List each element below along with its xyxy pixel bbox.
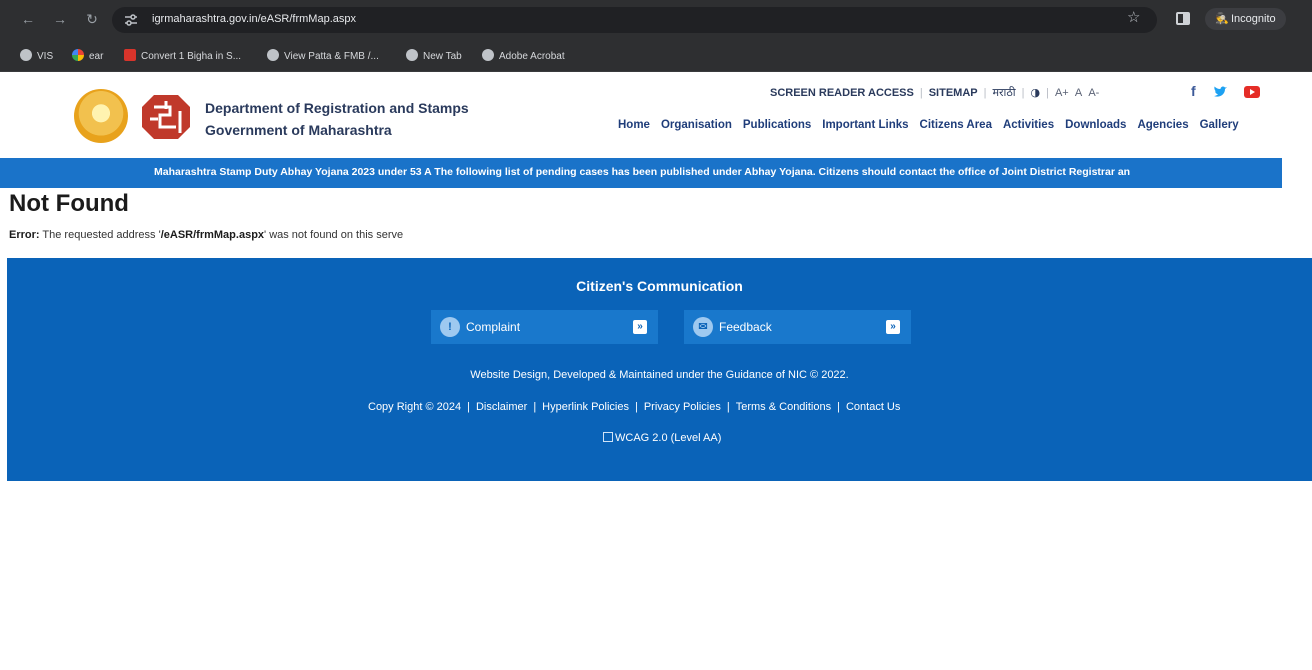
bookmark-item[interactable]: View Patta & FMB /... xyxy=(267,49,379,63)
nav-activities[interactable]: Activities xyxy=(1003,119,1054,131)
globe-icon xyxy=(20,49,32,61)
incognito-icon: 🕵 xyxy=(1215,13,1229,25)
address-url[interactable]: igrmaharashtra.gov.in/eASR/frmMap.aspx xyxy=(152,13,356,25)
font-increase-button[interactable]: A+ xyxy=(1055,87,1069,99)
nav-home[interactable]: Home xyxy=(618,119,650,131)
bookmark-label: Convert 1 Bigha in S... xyxy=(141,51,242,62)
browser-toolbar: ← → ↻ igrmaharashtra.gov.in/eASR/frmMap.… xyxy=(0,0,1312,40)
error-text-suffix: ' was not found on this serve xyxy=(264,229,404,241)
side-panel-icon[interactable] xyxy=(1176,12,1190,25)
copyright-text: Copy Right © 2024 xyxy=(368,401,462,413)
feedback-label: Feedback xyxy=(719,320,772,334)
disclaimer-link[interactable]: Disclaimer xyxy=(476,401,527,413)
utility-links: SCREEN READER ACCESS | SITEMAP | मराठी | ◑ | A+ … xyxy=(770,86,1100,99)
chat-bubble-icon: ✉ xyxy=(693,317,713,337)
footer-credit: Website Design, Developed & Maintained u… xyxy=(470,369,849,381)
footer-links: Copy Right © 2024 | Disclaimer | Hyperlink P… xyxy=(368,401,901,413)
google-icon xyxy=(72,49,84,61)
site-footer: Citizen's Communication ! Complaint » ✉ … xyxy=(7,258,1312,481)
bookmark-star-icon[interactable]: ☆ xyxy=(1127,8,1140,26)
site-info-icon[interactable] xyxy=(124,13,138,27)
error-label: Error: xyxy=(9,229,40,241)
contrast-icon[interactable]: ◑ xyxy=(1031,86,1041,99)
globe-icon xyxy=(267,49,279,61)
error-text-prefix: The requested address ' xyxy=(42,229,161,241)
department-title: Department of Registration and Stamps Go… xyxy=(205,97,469,141)
wcag-badge[interactable]: WCAG 2.0 (Level AA) xyxy=(603,432,721,444)
error-path: /eASR/frmMap.aspx xyxy=(160,229,265,241)
main-navigation: Home Organisation Publications Important Li… xyxy=(618,119,1250,131)
youtube-icon[interactable] xyxy=(1244,86,1260,98)
bookmark-item[interactable]: VIS xyxy=(20,49,53,63)
nav-publications[interactable]: Publications xyxy=(743,119,811,131)
department-logo[interactable] xyxy=(140,93,192,141)
contact-us-link[interactable]: Contact Us xyxy=(846,401,900,413)
bookmark-label: Adobe Acrobat xyxy=(499,51,565,62)
complaint-button[interactable]: ! Complaint » xyxy=(431,310,658,344)
incognito-indicator[interactable]: 🕵 Incognito xyxy=(1205,8,1286,30)
wcag-text: WCAG 2.0 (Level AA) xyxy=(615,432,722,444)
error-message: Error: The requested address '/eASR/frmM… xyxy=(9,229,403,241)
privacy-policies-link[interactable]: Privacy Policies xyxy=(644,401,721,413)
nav-downloads[interactable]: Downloads xyxy=(1065,119,1126,131)
broken-image-icon xyxy=(603,432,613,442)
bookmark-label: New Tab xyxy=(423,51,462,62)
maharashtra-emblem-logo[interactable] xyxy=(74,89,128,143)
page-title: Not Found xyxy=(9,190,129,217)
double-chevron-right-icon: » xyxy=(886,320,900,334)
bookmark-label: VIS xyxy=(37,51,54,62)
bookmark-item[interactable]: New Tab xyxy=(406,49,462,63)
reload-icon[interactable]: ↻ xyxy=(82,9,102,29)
bookmark-item[interactable]: Convert 1 Bigha in S... xyxy=(124,49,241,63)
news-marquee[interactable]: Maharashtra Stamp Duty Abhay Yojana 2023… xyxy=(0,158,1282,188)
double-chevron-right-icon: » xyxy=(633,320,647,334)
nav-gallery[interactable]: Gallery xyxy=(1200,119,1239,131)
marathi-language-link[interactable]: मराठी xyxy=(992,86,1015,99)
department-name: Department of Registration and Stamps xyxy=(205,100,469,116)
screen-reader-link[interactable]: SCREEN READER ACCESS xyxy=(770,87,914,99)
feedback-button[interactable]: ✉ Feedback » xyxy=(684,310,911,344)
footer-title: Citizen's Communication xyxy=(576,278,743,294)
sitemap-link[interactable]: SITEMAP xyxy=(929,87,978,99)
globe-icon xyxy=(406,49,418,61)
bookmark-label: View Patta & FMB /... xyxy=(284,51,379,62)
font-decrease-button[interactable]: A- xyxy=(1088,87,1099,99)
government-name: Government of Maharashtra xyxy=(205,122,392,138)
nav-important-links[interactable]: Important Links xyxy=(822,119,908,131)
facebook-icon[interactable]: f xyxy=(1191,83,1196,99)
forward-arrow-icon[interactable]: → xyxy=(50,9,70,29)
nav-organisation[interactable]: Organisation xyxy=(661,119,732,131)
alert-circle-icon: ! xyxy=(440,317,460,337)
marquee-text[interactable]: Maharashtra Stamp Duty Abhay Yojana 2023… xyxy=(154,166,1130,178)
twitter-icon[interactable] xyxy=(1213,86,1228,98)
bookmark-item[interactable]: Adobe Acrobat xyxy=(482,49,565,63)
terms-conditions-link[interactable]: Terms & Conditions xyxy=(736,401,831,413)
back-arrow-icon[interactable]: ← xyxy=(18,9,38,29)
complaint-label: Complaint xyxy=(466,320,521,334)
incognito-label: Incognito xyxy=(1231,13,1276,25)
favicon-icon xyxy=(124,49,136,61)
bookmark-label: ear xyxy=(89,51,104,62)
hyperlink-policies-link[interactable]: Hyperlink Policies xyxy=(542,401,629,413)
bookmarks-bar: VIS ear Convert 1 Bigha in S... View Pat… xyxy=(0,40,1312,72)
address-bar[interactable]: igrmaharashtra.gov.in/eASR/frmMap.aspx xyxy=(112,7,1157,33)
nav-agencies[interactable]: Agencies xyxy=(1137,119,1188,131)
site-header: Department of Registration and Stamps Go… xyxy=(0,73,1312,158)
nav-citizens-area[interactable]: Citizens Area xyxy=(920,119,992,131)
globe-icon xyxy=(482,49,494,61)
font-normal-button[interactable]: A xyxy=(1075,87,1082,99)
bookmark-item[interactable]: ear xyxy=(72,49,103,63)
